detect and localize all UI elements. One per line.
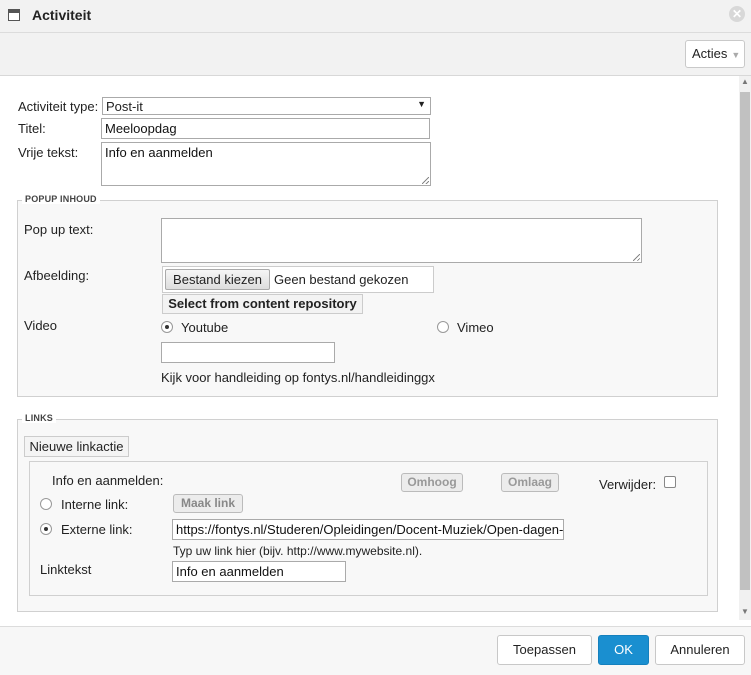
toolbar (0, 33, 751, 76)
linktekst-label: Linktekst (40, 562, 92, 577)
externe-link-label: Externe link: (61, 522, 133, 537)
activiteit-type-select[interactable]: Post-it ▼ (102, 97, 431, 115)
file-status-text: Geen bestand gekozen (274, 272, 409, 287)
link-hint-text: Typ uw link hier (bijv. http://www.myweb… (173, 544, 423, 558)
title-bar (0, 0, 751, 33)
verwijder-checkbox[interactable] (664, 476, 676, 488)
externe-link-input[interactable]: https://fontys.nl/Studeren/Opleidingen/D… (172, 519, 564, 540)
annuleren-button[interactable]: Annuleren (655, 635, 745, 665)
links-legend: LINKS (22, 413, 56, 423)
vrije-tekst-label: Vrije tekst: (18, 145, 79, 160)
vimeo-radio[interactable] (437, 321, 449, 333)
acties-label: Acties (692, 46, 728, 61)
bestand-kiezen-button[interactable]: Bestand kiezen (165, 269, 270, 290)
popup-inhoud-legend: POPUP INHOUD (22, 194, 100, 204)
video-label: Video (24, 318, 58, 333)
activiteit-type-label: Activiteit type: (18, 99, 99, 114)
nieuwe-linkactie-button[interactable]: Nieuwe linkactie (24, 436, 129, 457)
youtube-radio[interactable] (161, 321, 173, 333)
chevron-down-icon: ▼ (731, 50, 741, 60)
scroll-up-arrow-icon[interactable]: ▲ (739, 76, 751, 88)
toepassen-button[interactable]: Toepassen (497, 635, 592, 665)
activiteit-type-value: Post-it (106, 99, 143, 114)
titel-input[interactable]: Meeloopdag (101, 118, 430, 139)
acties-button[interactable]: Acties ▼ (685, 40, 745, 68)
vrije-tekst-value: Info en aanmelden (105, 145, 213, 160)
file-input[interactable]: Bestand kiezen Geen bestand gekozen (162, 266, 434, 293)
interne-link-label: Interne link: (61, 497, 129, 512)
youtube-label: Youtube (181, 320, 229, 335)
vrije-tekst-textarea[interactable]: Info en aanmelden (101, 142, 431, 186)
window-icon (8, 9, 20, 21)
interne-link-radio[interactable] (40, 498, 52, 510)
externe-link-radio[interactable] (40, 523, 52, 535)
video-help-text: Kijk voor handleiding op fontys.nl/handl… (161, 370, 435, 385)
maak-link-button[interactable]: Maak link (173, 494, 243, 513)
resize-handle-icon[interactable] (633, 254, 640, 261)
resize-handle-icon[interactable] (422, 177, 429, 184)
link-item-title: Info en aanmelden: (52, 473, 164, 488)
scroll-down-arrow-icon[interactable]: ▼ (739, 606, 751, 618)
titel-label: Titel: (18, 121, 46, 136)
dropdown-arrow-icon: ▼ (417, 99, 426, 109)
close-icon[interactable]: ✕ (729, 6, 745, 22)
scrollbar-thumb[interactable] (740, 92, 750, 590)
dialog-title: Activiteit (32, 7, 92, 23)
video-url-input[interactable] (161, 342, 335, 363)
omlaag-button[interactable]: Omlaag (501, 473, 559, 492)
popup-text-textarea[interactable] (161, 218, 642, 263)
popup-text-label: Pop up text: (24, 222, 94, 237)
content-repository-button[interactable]: Select from content repository (162, 294, 363, 314)
linktekst-input[interactable]: Info en aanmelden (172, 561, 346, 582)
verwijder-label: Verwijder: (599, 477, 657, 492)
omhoog-button[interactable]: Omhoog (401, 473, 463, 492)
vimeo-label: Vimeo (457, 320, 494, 335)
afbeelding-label: Afbeelding: (24, 268, 90, 283)
ok-button[interactable]: OK (598, 635, 649, 665)
